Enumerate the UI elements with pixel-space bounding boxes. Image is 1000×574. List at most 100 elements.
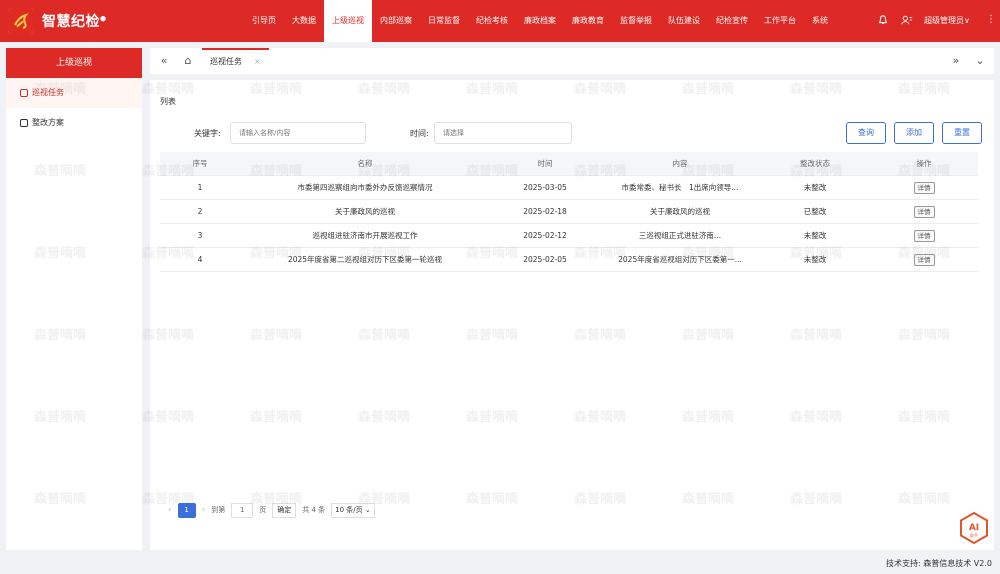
close-icon[interactable]: ×	[254, 49, 261, 75]
nav-item-5[interactable]: 纪检考核	[468, 0, 516, 42]
keyword-input[interactable]	[230, 122, 366, 144]
table-row: 1 市委第四巡察组向市委外办反馈巡察情况 2025-03-05 市委常委、秘书长 1出…	[160, 176, 978, 200]
cell-time: 2025-02-05	[523, 255, 567, 264]
pagination: ‹ 1 › 到第 1 页 确定 共 4 条 10 条/页 ⌄	[168, 502, 375, 518]
detail-button[interactable]: 详情	[913, 205, 935, 218]
cell-no: 1	[197, 183, 203, 192]
cell-no: 4	[197, 255, 203, 264]
ai-badge-label: AI	[969, 523, 979, 533]
add-button[interactable]: 添加	[894, 122, 934, 144]
goto-label: 到第	[211, 506, 226, 514]
time-picker[interactable]	[434, 122, 572, 144]
column-header-name: 名称	[357, 159, 373, 168]
nav-item-7[interactable]: 廉政教育	[564, 0, 612, 42]
nav-item-12[interactable]: 系统	[804, 0, 836, 42]
cell-status: 未整改	[803, 255, 827, 264]
more-icon[interactable]: ⋮	[986, 14, 996, 25]
cell-action: 详情	[870, 205, 978, 218]
top-header: 智慧纪检● 引导页 大数据 上级巡视 内部巡察 日常监督 纪检考核 廉政档案 廉政教育 监督举报…	[0, 0, 1000, 42]
detail-button[interactable]: 详情	[913, 229, 935, 242]
nav-item-3[interactable]: 内部巡察	[372, 0, 420, 42]
section-title: 列表	[160, 97, 176, 106]
cell-status: 未整改	[803, 231, 827, 240]
cell-status: 已整改	[803, 207, 827, 216]
task-table: 序号 名称 时间 内容 整改状态 操作 1 市委第四巡察组向市委外办反馈巡察情况 2…	[160, 152, 978, 272]
cell-content: 市委常委、秘书长 1出席向领导...	[621, 183, 739, 192]
main-nav: 引导页 大数据 上级巡视 内部巡察 日常监督 纪检考核 廉政档案 廉政教育 监督举报 队伍建设 纪检…	[244, 0, 836, 42]
nav-item-4[interactable]: 日常监督	[420, 0, 468, 42]
tab-label: 巡视任务	[210, 57, 242, 66]
ai-badge-sub: 助手	[970, 532, 978, 538]
search-button[interactable]: 查询	[846, 122, 886, 144]
cell-content: 关于廉政风的巡视	[650, 207, 710, 216]
cell-no: 3	[197, 231, 203, 240]
cell-action: 详情	[870, 181, 978, 194]
main-content: 列表 关键字: 时间: 查询 添加 重置 序号 名称 时间 内容 整改状态 操作…	[150, 80, 994, 550]
table-row: 4 2025年度省第二巡视组对历下区委第一轮巡视 2025-02-05 2025年度省…	[160, 248, 978, 272]
cell-name: 市委第四巡察组向市委外办反馈巡察情况	[297, 183, 433, 192]
table-row: 2 关于廉政风的巡视 2025-02-18 关于廉政风的巡视 已整改 详情	[160, 200, 978, 224]
cell-time: 2025-02-18	[523, 207, 567, 216]
time-label: 时间:	[410, 129, 429, 138]
table-header-row: 序号 名称 时间 内容 整改状态 操作	[160, 152, 978, 176]
cell-action: 详情	[870, 253, 978, 266]
column-header-content: 内容	[672, 159, 688, 168]
tab-inspection-tasks[interactable]: 巡视任务 ×	[202, 48, 269, 74]
cell-name: 巡视组进驻济南市开展巡视工作	[312, 231, 418, 240]
bell-icon[interactable]	[876, 14, 890, 28]
column-header-action: 操作	[916, 159, 932, 168]
cell-time: 2025-03-05	[523, 183, 567, 192]
column-header-no: 序号	[192, 159, 208, 168]
cell-content: 三巡视组正式进驻济南...	[638, 231, 722, 240]
collapse-sidebar-icon[interactable]: «	[154, 48, 174, 74]
cell-name: 2025年度省第二巡视组对历下区委第一轮巡视	[287, 255, 443, 264]
next-page-icon[interactable]: ›	[202, 505, 206, 515]
scroll-tabs-right-icon[interactable]: »	[946, 48, 966, 74]
sidebar-item-label: 整改方案	[32, 118, 64, 127]
page-number[interactable]: 1	[177, 502, 196, 518]
app-brand: 智慧纪检●	[42, 14, 107, 30]
ai-assistant-button[interactable]: AI 助手	[958, 511, 990, 545]
table-body: 1 市委第四巡察组向市委外办反馈巡察情况 2025-03-05 市委常委、秘书长 1出…	[160, 176, 978, 272]
nav-item-0[interactable]: 引导页	[244, 0, 284, 42]
sidebar-title: 上级巡视	[6, 48, 142, 78]
chevron-down-icon[interactable]: ⌄	[970, 48, 990, 74]
party-emblem-icon	[8, 8, 34, 34]
home-icon[interactable]: ⌂	[178, 48, 198, 74]
nav-item-10[interactable]: 纪检宣传	[708, 0, 756, 42]
cell-no: 2	[197, 207, 203, 216]
tab-bar: « ⌂ 巡视任务 × » ⌄	[150, 48, 994, 74]
total-count: 共 4 条	[302, 506, 326, 514]
page-unit: 页	[259, 506, 267, 514]
cell-status: 未整改	[803, 183, 827, 192]
keyword-label: 关键字:	[194, 129, 221, 138]
user-switch-icon[interactable]	[900, 14, 914, 28]
nav-item-1[interactable]: 大数据	[284, 0, 324, 42]
column-header-time: 时间	[537, 159, 553, 168]
admin-user-menu[interactable]: 超级管理员∨	[924, 0, 970, 42]
detail-button[interactable]: 详情	[913, 181, 935, 194]
footer-tech-support: 技术支持: 森普信息技术 V2.0	[886, 559, 992, 568]
cell-time: 2025-02-12	[523, 231, 567, 240]
goto-page-input[interactable]: 1	[231, 502, 254, 518]
reset-button[interactable]: 重置	[942, 122, 982, 144]
prev-page-icon[interactable]: ‹	[168, 505, 172, 515]
sidebar-item-label: 巡视任务	[32, 88, 64, 97]
sidebar: 上级巡视 巡视任务 整改方案	[6, 48, 142, 550]
nav-item-9[interactable]: 队伍建设	[660, 0, 708, 42]
table-row: 3 巡视组进驻济南市开展巡视工作 2025-02-12 三巡视组正式进驻济南... 未整…	[160, 224, 978, 248]
nav-item-2[interactable]: 上级巡视	[324, 0, 372, 42]
column-header-status: 整改状态	[800, 159, 830, 168]
goto-confirm-button[interactable]: 确定	[272, 502, 297, 518]
nav-item-6[interactable]: 廉政档案	[516, 0, 564, 42]
detail-button[interactable]: 详情	[913, 253, 935, 266]
cell-action: 详情	[870, 229, 978, 242]
cell-content: 2025年度省巡视组对历下区委第一...	[618, 255, 742, 264]
sidebar-item-rectification-plan[interactable]: 整改方案	[6, 108, 142, 138]
page-size-select[interactable]: 10 条/页 ⌄	[331, 502, 375, 518]
nav-item-8[interactable]: 监督举报	[612, 0, 660, 42]
cell-name: 关于廉政风的巡视	[335, 207, 395, 216]
nav-item-11[interactable]: 工作平台	[756, 0, 804, 42]
sidebar-item-inspection-tasks[interactable]: 巡视任务	[6, 78, 142, 108]
task-icon	[20, 89, 28, 97]
